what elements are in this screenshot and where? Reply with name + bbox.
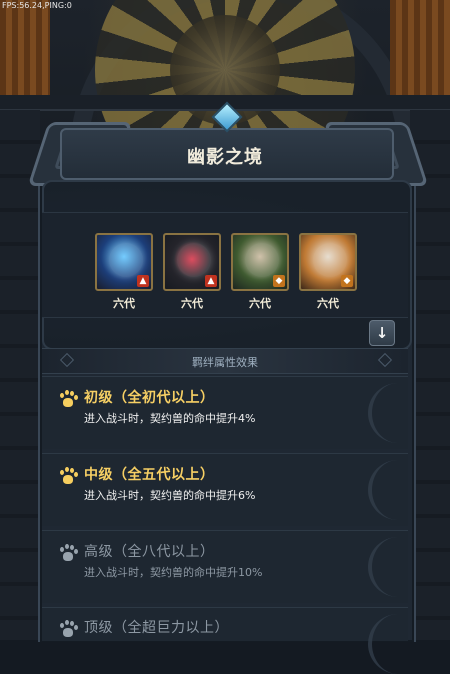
paw-icon xyxy=(58,620,78,638)
expand-arrow-button[interactable]: ↓ xyxy=(369,320,395,346)
left-curtain xyxy=(0,0,50,95)
pet-generation-label: 六代 xyxy=(113,297,135,310)
pet-portrait xyxy=(313,243,347,277)
fps-counter: FPS:56.24,PING:0 xyxy=(2,1,72,10)
pet-card-ghost-wolf[interactable]: ▲ xyxy=(95,233,153,291)
pet-card-bone-beast[interactable]: ◆ xyxy=(231,233,289,291)
right-curtain xyxy=(390,0,450,95)
earth-element-icon: ◆ xyxy=(273,275,285,287)
paw-icon xyxy=(58,467,78,485)
tier-description: 进入战斗时，契约兽的命中提升6% xyxy=(84,489,256,502)
tier-decoration xyxy=(368,537,398,597)
tier-title: 初级（全初代以上） xyxy=(84,390,215,406)
tier-description: 进入战斗时，契约兽的命中提升4% xyxy=(84,412,256,425)
panel-title: 幽影之境 xyxy=(187,147,263,168)
pet-generation-label: 六代 xyxy=(249,297,271,310)
tier-title: 中级（全五代以上） xyxy=(84,467,215,483)
paw-icon xyxy=(58,390,78,408)
tier-title: 顶级（全超巨力以上） xyxy=(84,620,229,636)
pet-portrait xyxy=(109,243,143,277)
pet-card-masked-spirit[interactable]: ◆ xyxy=(299,233,357,291)
tier-description: 进入战斗时，契约兽的命中提升10% xyxy=(84,566,263,579)
pet-generation-label: 六代 xyxy=(317,297,339,310)
bond-header-title: 羁绊属性效果 xyxy=(192,356,258,369)
pet-card-shadow-dragon[interactable]: ▲ xyxy=(163,233,221,291)
pet-generation-label: 六代 xyxy=(181,297,203,310)
right-pillar xyxy=(410,110,450,640)
pet-portrait xyxy=(245,243,279,277)
tier-decoration xyxy=(368,383,398,443)
paw-icon xyxy=(58,544,78,562)
tier-title: 高级（全八代以上） xyxy=(84,544,215,560)
pet-portrait xyxy=(177,243,211,277)
tier-decoration xyxy=(368,614,398,674)
fire-element-icon: ▲ xyxy=(137,275,149,287)
earth-element-icon: ◆ xyxy=(341,275,353,287)
fire-element-icon: ▲ xyxy=(205,275,217,287)
left-pillar xyxy=(0,110,40,640)
tier-decoration xyxy=(368,460,398,520)
